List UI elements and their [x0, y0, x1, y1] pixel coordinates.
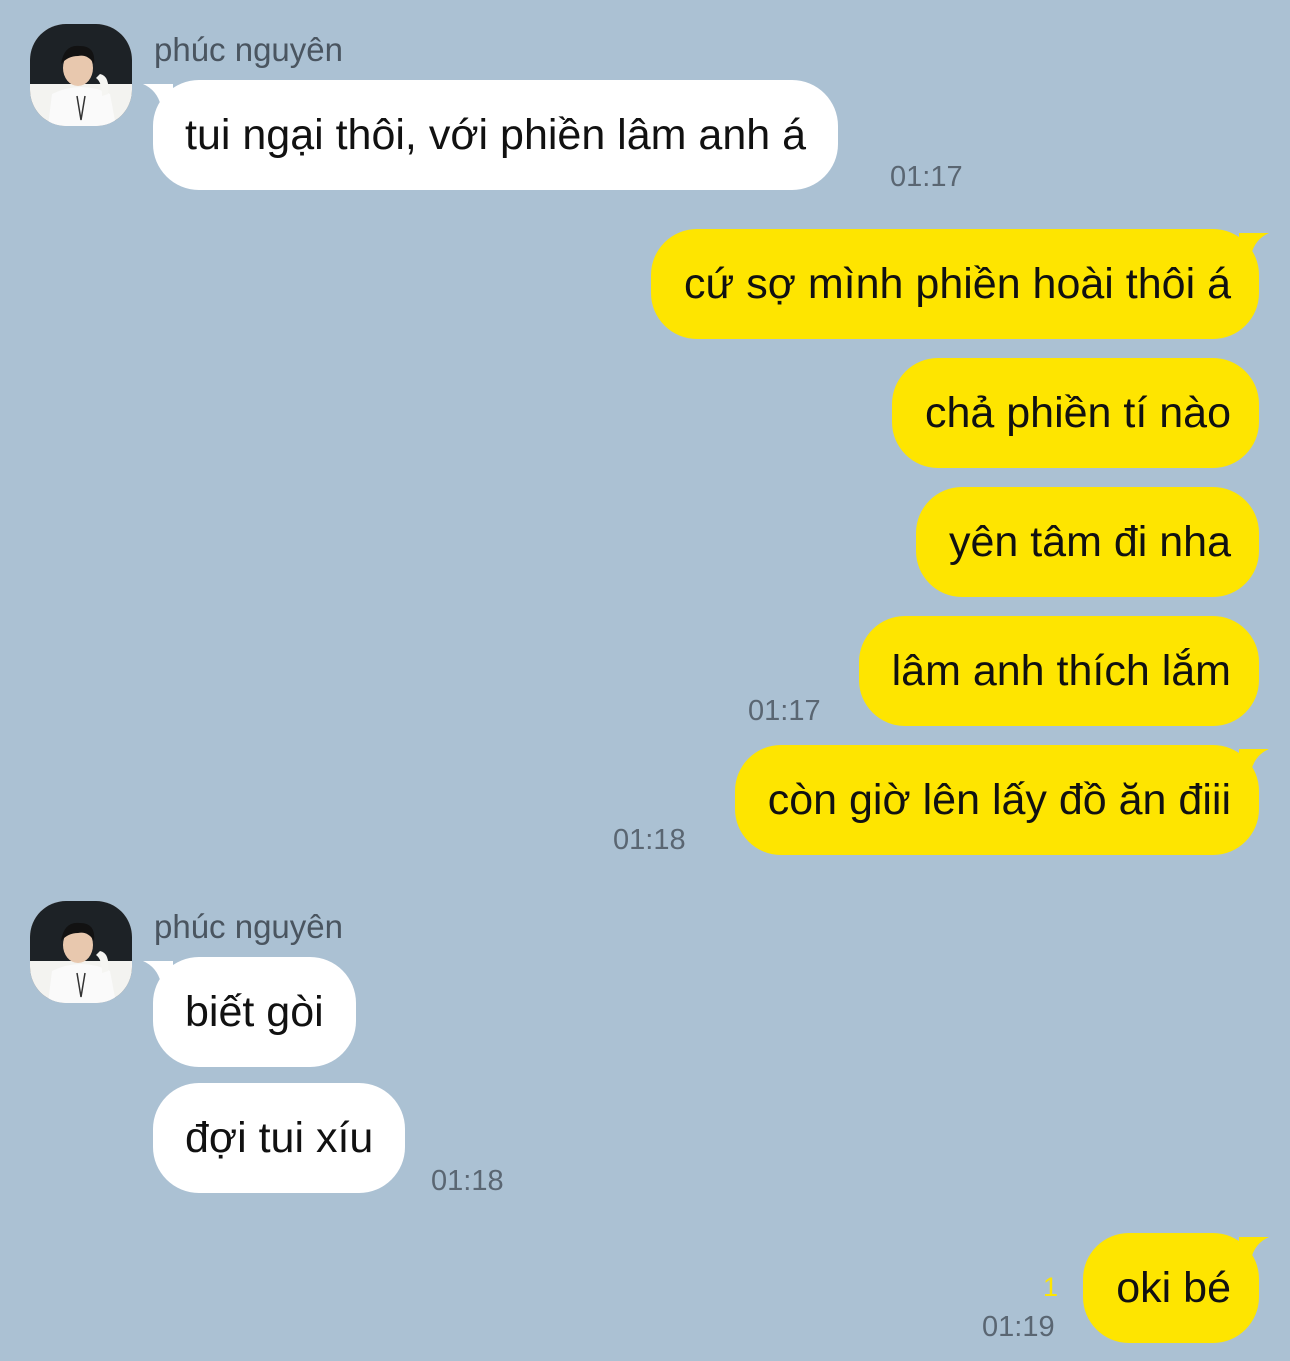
message-timestamp: 01:18	[613, 824, 686, 856]
avatar[interactable]	[30, 901, 132, 1003]
message-timestamp: 01:19	[982, 1311, 1055, 1343]
avatar[interactable]	[30, 24, 132, 126]
message-timestamp: 01:18	[431, 1165, 504, 1197]
incoming-message-bubble[interactable]: đợi tui xíu	[153, 1083, 406, 1193]
sender-name: phúc nguyên	[154, 31, 343, 68]
outgoing-message-bubble[interactable]: còn giờ lên lấy đồ ăn điii	[734, 745, 1259, 855]
message-timestamp: 01:17	[748, 695, 821, 727]
outgoing-message-bubble[interactable]: yên tâm đi nha	[915, 487, 1259, 597]
outgoing-message-bubble[interactable]: cứ sợ mình phiền hoài thôi á	[650, 229, 1259, 339]
outgoing-message-bubble[interactable]: oki bé	[1083, 1233, 1259, 1343]
outgoing-message-bubble[interactable]: chả phiền tí nào	[891, 358, 1259, 468]
profile-photo	[30, 24, 132, 126]
sender-name: phúc nguyên	[154, 908, 343, 945]
profile-photo	[30, 901, 132, 1003]
incoming-message-bubble[interactable]: tui ngại thôi, với phiền lâm anh á	[153, 80, 839, 190]
incoming-message-bubble[interactable]: biết gòi	[153, 957, 356, 1067]
unread-count: 1	[1043, 1272, 1059, 1302]
message-timestamp: 01:17	[890, 161, 963, 193]
outgoing-message-bubble[interactable]: lâm anh thích lắm	[858, 616, 1259, 726]
